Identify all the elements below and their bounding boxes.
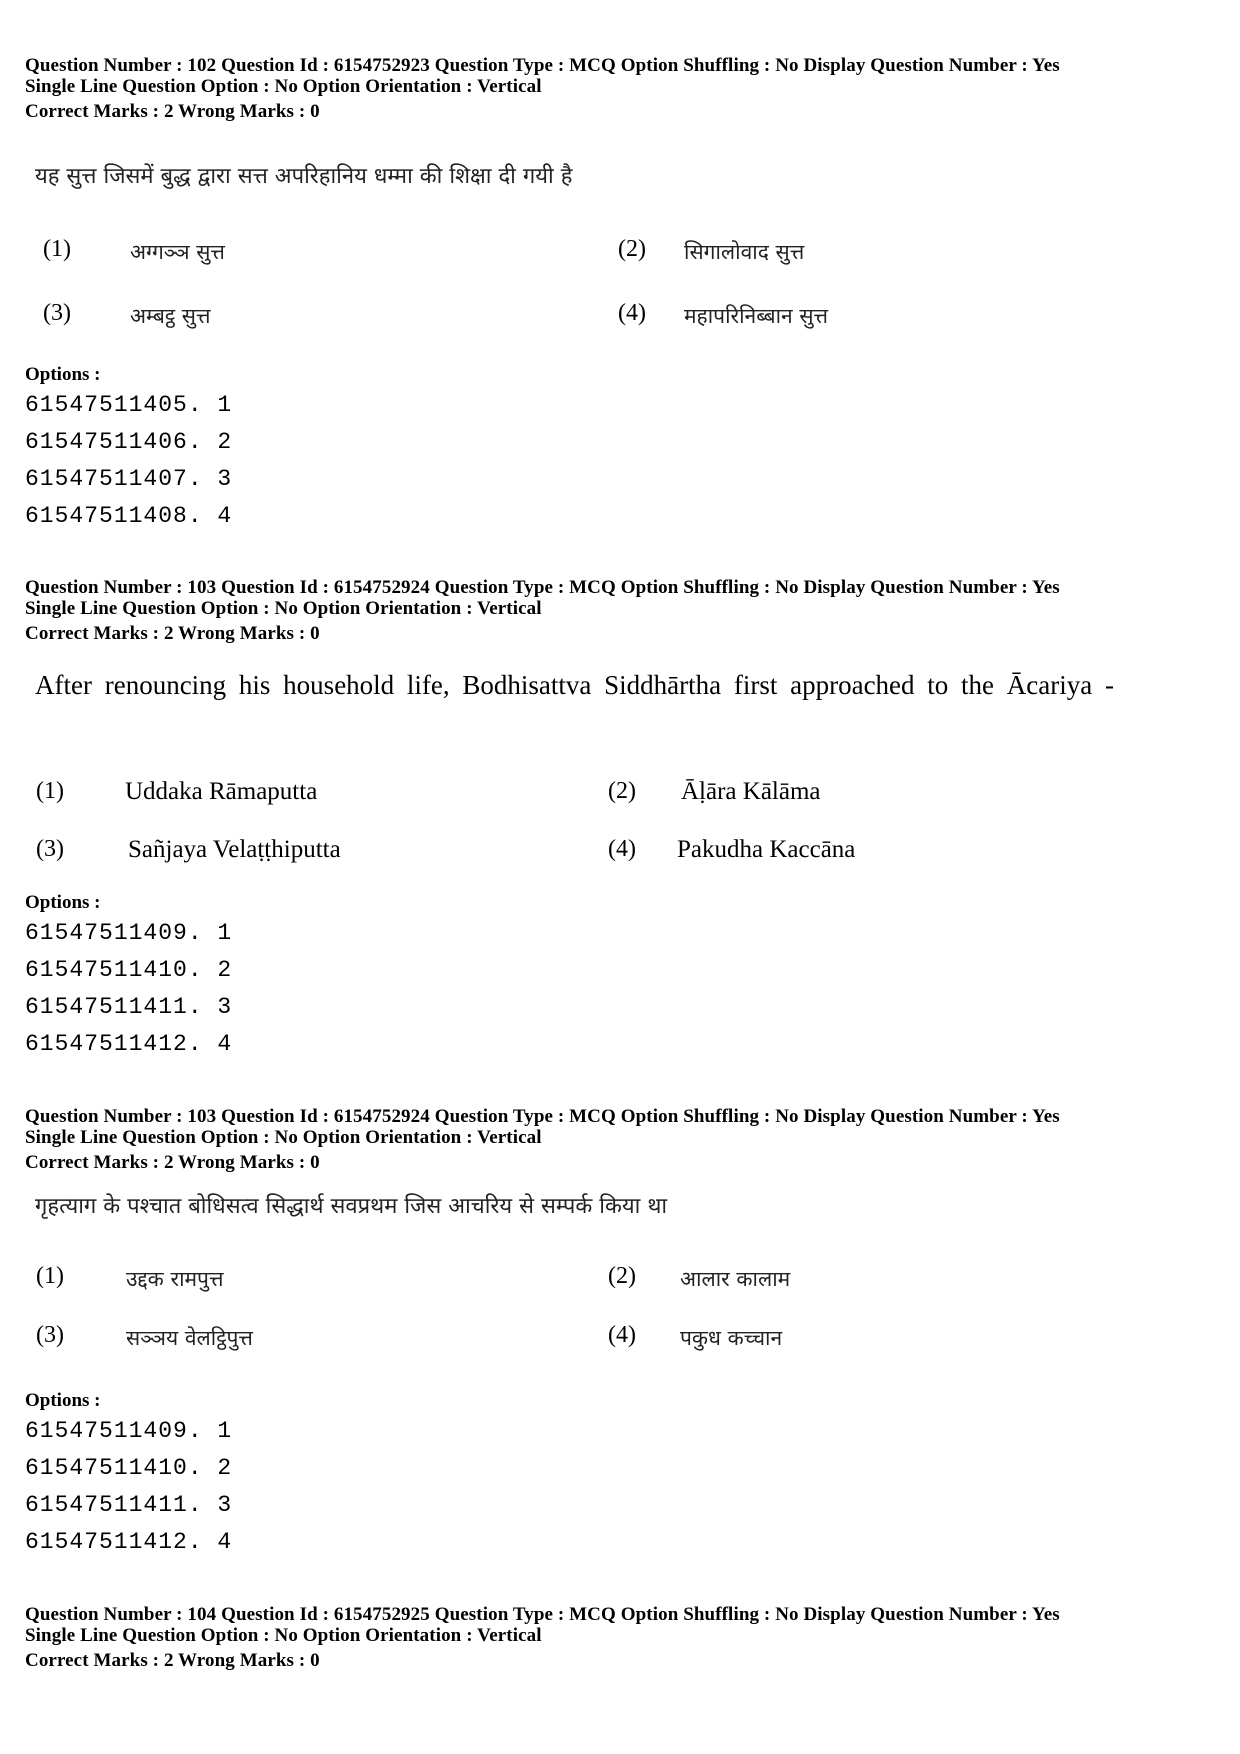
- question-103-text: After renouncing his household life, Bod…: [35, 670, 1114, 700]
- options-label: Options :: [25, 1390, 101, 1411]
- question-103-hindi-text: गृहत्याग के पश्चात बोधिसत्व सिद्धार्थ सव…: [35, 1194, 668, 1219]
- question-102-header: Question Number : 102 Question Id : 6154…: [25, 55, 1060, 122]
- option-id: 61547511411. 3: [25, 994, 233, 1020]
- option-id: 61547511406. 2: [25, 429, 233, 455]
- question-meta-line1: Question Number : 102 Question Id : 6154…: [25, 55, 1060, 76]
- question-103-hindi-header: Question Number : 103 Question Id : 6154…: [25, 1106, 1060, 1173]
- choice-text: अग्गञ्ञ सुत्त: [130, 240, 225, 264]
- choice-text: Uddaka Rāmaputta: [125, 778, 318, 805]
- choice-number: (2): [618, 236, 646, 262]
- option-id: 61547511412. 4: [25, 1529, 233, 1555]
- choice-text: सिगालोवाद सुत्त: [684, 240, 805, 264]
- choice-number: (1): [36, 778, 64, 804]
- choice-number: (2): [608, 778, 636, 804]
- choice-text: Āḷāra Kālāma: [681, 778, 821, 805]
- choice-text: महापरिनिब्बान सुत्त: [684, 304, 829, 328]
- option-id: 61547511411. 3: [25, 1492, 233, 1518]
- question-meta-line2: Single Line Question Option : No Option …: [25, 1625, 542, 1646]
- choice-text: Pakudha Kaccāna: [677, 836, 856, 863]
- choice-text: सञ्ञय वेलट्ठिपुत्त: [126, 1326, 253, 1350]
- question-103-header: Question Number : 103 Question Id : 6154…: [25, 577, 1060, 644]
- choice-number: (4): [608, 836, 636, 862]
- question-marks: Correct Marks : 2 Wrong Marks : 0: [25, 1152, 320, 1173]
- question-marks: Correct Marks : 2 Wrong Marks : 0: [25, 1650, 320, 1671]
- choice-text: आलार कालाम: [680, 1267, 791, 1291]
- question-meta-line1: Question Number : 103 Question Id : 6154…: [25, 1106, 1060, 1127]
- choice-number: (4): [618, 300, 646, 326]
- choice-number: (4): [608, 1322, 636, 1348]
- option-id: 61547511410. 2: [25, 957, 233, 983]
- options-label: Options :: [25, 364, 101, 385]
- option-id: 61547511409. 1: [25, 1418, 233, 1444]
- option-id: 61547511408. 4: [25, 503, 233, 529]
- question-meta-line2: Single Line Question Option : No Option …: [25, 598, 542, 619]
- question-102-text: यह सुत्त जिसमें बुद्ध द्वारा सत्त अपरिहा…: [35, 164, 573, 189]
- options-label: Options :: [25, 892, 101, 913]
- choice-number: (3): [43, 300, 71, 326]
- choice-number: (3): [36, 836, 64, 862]
- choice-number: (1): [36, 1263, 64, 1289]
- option-id: 61547511409. 1: [25, 920, 233, 946]
- option-id: 61547511407. 3: [25, 466, 233, 492]
- choice-number: (2): [608, 1263, 636, 1289]
- question-meta-line2: Single Line Question Option : No Option …: [25, 1127, 542, 1148]
- choice-number: (3): [36, 1322, 64, 1348]
- question-meta-line1: Question Number : 104 Question Id : 6154…: [25, 1604, 1060, 1625]
- question-marks: Correct Marks : 2 Wrong Marks : 0: [25, 623, 320, 644]
- option-id: 61547511405. 1: [25, 392, 233, 418]
- choice-text: पकुध कच्चान: [680, 1326, 783, 1350]
- question-meta-line2: Single Line Question Option : No Option …: [25, 76, 542, 97]
- choice-number: (1): [43, 236, 71, 262]
- question-marks: Correct Marks : 2 Wrong Marks : 0: [25, 101, 320, 122]
- question-104-header: Question Number : 104 Question Id : 6154…: [25, 1604, 1060, 1671]
- choice-text: अम्बट्ठ सुत्त: [130, 304, 211, 328]
- choice-text: उद्दक रामपुत्त: [126, 1267, 224, 1291]
- choice-text: Sañjaya Velaṭṭhiputta: [128, 836, 341, 863]
- question-meta-line1: Question Number : 103 Question Id : 6154…: [25, 577, 1060, 598]
- option-id: 61547511410. 2: [25, 1455, 233, 1481]
- option-id: 61547511412. 4: [25, 1031, 233, 1057]
